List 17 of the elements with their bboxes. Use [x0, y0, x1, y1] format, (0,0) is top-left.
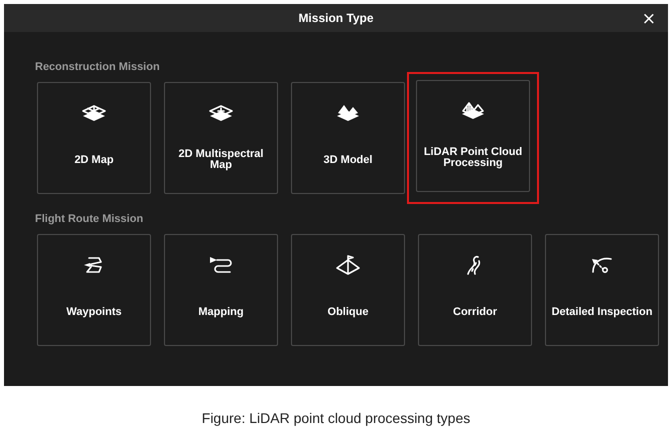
layers-icon — [79, 103, 109, 123]
close-button[interactable]: × — [638, 10, 660, 28]
mission-type-button[interactable]: 2D Map — [37, 82, 151, 194]
mission-type-button[interactable]: Detailed Inspection — [545, 234, 659, 346]
section-heading: Flight Route Mission — [35, 213, 144, 226]
mission-type-button[interactable]: Oblique — [291, 234, 405, 346]
dialog-title: Mission Type — [298, 11, 374, 25]
mission-type-button[interactable]: Corridor — [418, 234, 532, 346]
pyramid-icon — [333, 255, 363, 275]
mission-type-button[interactable]: 3D Model — [291, 82, 405, 194]
layers-icon — [206, 103, 236, 123]
mission-type-button[interactable]: Mapping — [164, 234, 278, 346]
mission-type-button[interactable]: LiDAR Point Cloud Processing — [416, 80, 530, 192]
figure-caption: Figure: LiDAR point cloud processing types — [200, 410, 472, 426]
mission-type-button[interactable]: Waypoints — [37, 234, 151, 346]
mission-type-button[interactable]: 2D Multispectral Map — [164, 82, 278, 194]
section-heading: Reconstruction Mission — [35, 61, 161, 74]
